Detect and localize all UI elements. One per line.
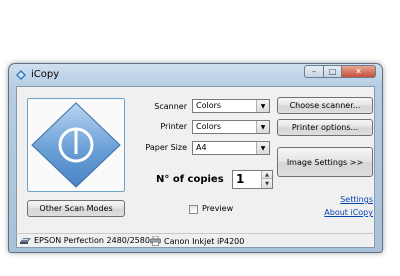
title-bar[interactable]: iCopy – □ ✕ xyxy=(9,64,382,86)
paper-size-value: A4 xyxy=(196,143,207,152)
printer-options-button[interactable]: Printer options... xyxy=(277,119,373,136)
scan-copy-button[interactable] xyxy=(27,98,125,192)
arrow-up-icon[interactable]: ▲ xyxy=(261,171,272,179)
preview-checkbox[interactable] xyxy=(189,205,198,214)
scanner-icon xyxy=(20,238,31,244)
scanner-status-text: EPSON Perfection 2480/2580 xyxy=(34,236,150,245)
close-icon: ✕ xyxy=(355,67,362,76)
preview-label: Preview xyxy=(202,204,234,213)
power-icon xyxy=(31,102,121,188)
about-link[interactable]: About iCopy xyxy=(307,208,373,217)
minimize-button[interactable]: – xyxy=(304,65,324,78)
app-window: iCopy – □ ✕ Other Scan Modes Scanner Pri… xyxy=(8,63,383,253)
scanner-label: Scanner xyxy=(154,102,187,111)
app-icon xyxy=(16,70,26,80)
image-settings-button[interactable]: Image Settings >> xyxy=(277,147,373,177)
printer-label: Printer xyxy=(160,122,187,131)
chevron-down-icon: ▼ xyxy=(256,121,269,133)
other-scan-modes-button[interactable]: Other Scan Modes xyxy=(27,200,125,217)
close-button[interactable]: ✕ xyxy=(342,65,376,78)
status-bar: EPSON Perfection 2480/2580 Canon Inkjet … xyxy=(16,233,375,248)
printer-icon xyxy=(150,236,161,246)
copies-value[interactable]: 1 xyxy=(236,172,244,186)
choose-scanner-button[interactable]: Choose scanner... xyxy=(277,97,373,114)
minimize-icon: – xyxy=(312,67,316,76)
printer-color-value: Colors xyxy=(196,122,222,131)
status-scanner: EPSON Perfection 2480/2580 xyxy=(20,236,150,245)
status-printer: Canon Inkjet iP4200 xyxy=(150,236,244,246)
window-title: iCopy xyxy=(31,69,60,80)
printer-color-select[interactable]: Colors ▼ xyxy=(192,120,270,134)
printer-status-text: Canon Inkjet iP4200 xyxy=(164,236,245,246)
window-controls: – □ ✕ xyxy=(304,65,376,79)
chevron-down-icon: ▼ xyxy=(256,100,269,112)
paper-size-select[interactable]: A4 ▼ xyxy=(192,141,270,155)
copies-stepper[interactable]: 1 ▲ ▼ xyxy=(232,170,273,189)
chevron-down-icon: ▼ xyxy=(256,142,269,154)
copies-label: N° of copies xyxy=(156,174,224,185)
scanner-color-value: Colors xyxy=(196,101,222,110)
settings-link[interactable]: Settings xyxy=(307,195,373,204)
maximize-icon: □ xyxy=(328,67,337,76)
main-panel: Other Scan Modes Scanner Printer Paper S… xyxy=(16,86,375,234)
paper-size-label: Paper Size xyxy=(145,143,187,152)
arrow-down-icon[interactable]: ▼ xyxy=(261,179,272,188)
scanner-color-select[interactable]: Colors ▼ xyxy=(192,99,270,113)
maximize-button[interactable]: □ xyxy=(324,65,342,78)
